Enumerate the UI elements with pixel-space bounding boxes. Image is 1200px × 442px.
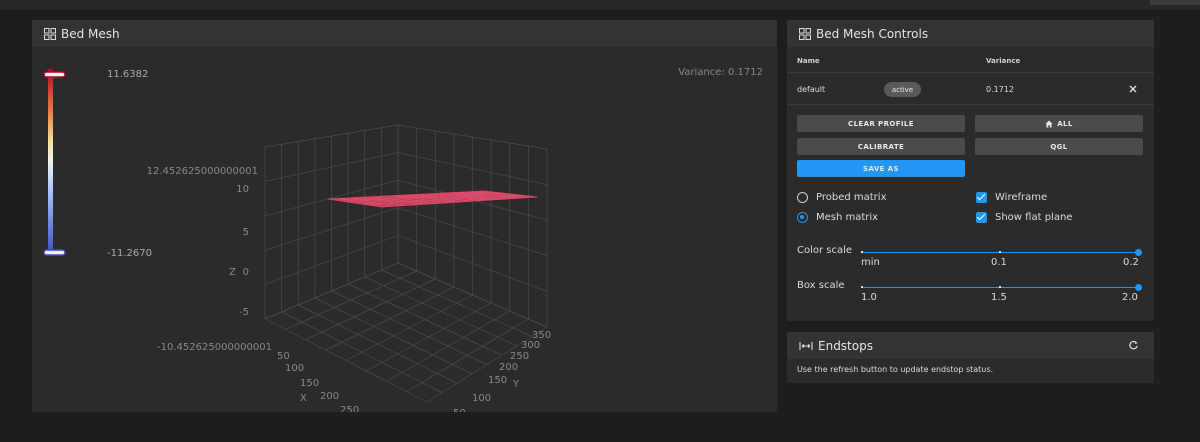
grid-line bbox=[386, 310, 510, 382]
home-icon bbox=[1045, 120, 1053, 127]
scale-max-handle[interactable] bbox=[43, 71, 66, 78]
x-axis-tick: 200 bbox=[320, 391, 339, 402]
box-scale-tick: 1.0 bbox=[861, 292, 877, 303]
grid-line bbox=[345, 294, 473, 361]
save-as-button[interactable]: SAVE AS bbox=[797, 160, 965, 177]
box-scale-tick: 1.5 bbox=[991, 292, 1007, 303]
slider-tick bbox=[999, 286, 1001, 288]
endstops-title: Endstops bbox=[818, 338, 873, 353]
color-scale-slider[interactable] bbox=[861, 249, 1142, 256]
mesh-matrix-label: Mesh matrix bbox=[816, 212, 879, 223]
bed-mesh-title: Bed Mesh bbox=[61, 26, 120, 41]
y-axis-tick: 250 bbox=[510, 351, 529, 362]
color-scale-tick: 0.2 bbox=[1123, 257, 1139, 268]
x-axis-tick: 100 bbox=[285, 363, 304, 374]
box-scale-label: Box scale bbox=[797, 280, 845, 291]
color-scale-bar bbox=[48, 69, 53, 255]
home-all-button[interactable]: ALL bbox=[975, 115, 1143, 132]
top-app-bar bbox=[0, 0, 1200, 10]
box-scale-slider[interactable] bbox=[861, 284, 1142, 291]
y-axis-tick: 150 bbox=[488, 375, 507, 386]
endstops-card: Endstops Use the refresh button to updat… bbox=[787, 332, 1154, 383]
probed-matrix-label: Probed matrix bbox=[816, 192, 887, 203]
col-header-variance: Variance bbox=[986, 57, 1021, 65]
clear-profile-button[interactable]: CLEAR PROFILE bbox=[797, 115, 965, 132]
slider-tick bbox=[861, 251, 863, 253]
scale-max-label: 11.6382 bbox=[107, 69, 149, 80]
z-axis-bottom-label: -10.452625000000001 bbox=[157, 342, 272, 353]
probed-matrix-radio[interactable] bbox=[797, 192, 808, 203]
wireframe-option[interactable]: Wireframe bbox=[976, 192, 1047, 203]
scale-min-handle[interactable] bbox=[43, 249, 66, 256]
grid-icon bbox=[44, 27, 56, 40]
z-axis-tick: -5 bbox=[239, 307, 249, 318]
mesh-matrix-radio[interactable] bbox=[797, 212, 808, 223]
controls-title: Bed Mesh Controls bbox=[816, 26, 929, 41]
endstops-message: Use the refresh button to update endstop… bbox=[797, 365, 994, 374]
table-divider bbox=[787, 72, 1154, 73]
status-badge: active bbox=[884, 82, 921, 97]
top-bar-corner bbox=[1150, 0, 1200, 5]
col-header-name: Name bbox=[797, 57, 820, 65]
axis-labels: 12.4526250000000011050-5Z-10.45262500000… bbox=[147, 166, 551, 412]
refresh-icon[interactable] bbox=[1128, 340, 1139, 351]
x-axis-label: X bbox=[300, 393, 307, 404]
color-scale-label: Color scale bbox=[797, 245, 853, 256]
mesh-matrix-option[interactable]: Mesh matrix bbox=[797, 212, 878, 223]
y-axis-label: Y bbox=[512, 379, 520, 390]
grid-line bbox=[426, 326, 548, 403]
x-axis-tick: 50 bbox=[277, 351, 290, 362]
z-axis-tick: 5 bbox=[243, 227, 249, 238]
table-divider bbox=[787, 104, 1154, 105]
endstops-header: Endstops bbox=[787, 332, 1154, 359]
y-axis-tick: 200 bbox=[499, 362, 518, 373]
z-axis-tick: 10 bbox=[236, 184, 249, 195]
y-axis-tick: 300 bbox=[521, 340, 540, 351]
x-axis-tick: 250 bbox=[340, 405, 359, 412]
bed-mesh-header: Bed Mesh bbox=[32, 20, 777, 47]
z-axis-label: Z bbox=[229, 267, 236, 278]
z-axis-top-label: 12.452625000000001 bbox=[147, 166, 258, 177]
bed-mesh-card: Bed Mesh Variance: 0.1712 12.45262500000… bbox=[32, 20, 777, 412]
qgl-button[interactable]: QGL bbox=[975, 138, 1143, 155]
box-scale-thumb[interactable] bbox=[1135, 284, 1142, 291]
show-flat-plane-label: Show flat plane bbox=[995, 212, 1073, 223]
show-flat-plane-option[interactable]: Show flat plane bbox=[976, 212, 1072, 223]
wireframe-label: Wireframe bbox=[995, 192, 1048, 203]
slider-tick bbox=[861, 286, 863, 288]
grid-line bbox=[366, 302, 492, 372]
remove-profile-close-icon[interactable] bbox=[1127, 83, 1139, 95]
arrows-horizontal-icon bbox=[799, 341, 813, 350]
wireframe-checkbox[interactable] bbox=[976, 192, 987, 203]
probed-matrix-option[interactable]: Probed matrix bbox=[797, 192, 887, 203]
bed-mesh-controls-card: Bed Mesh Controls Name Variance default … bbox=[787, 20, 1154, 321]
grid-icon bbox=[799, 27, 811, 40]
profile-variance: 0.1712 bbox=[986, 85, 1014, 94]
profile-name[interactable]: default bbox=[797, 85, 825, 94]
color-scale-tick: 0.1 bbox=[991, 257, 1007, 268]
plot-grid bbox=[264, 124, 548, 403]
show-flat-plane-checkbox[interactable] bbox=[976, 212, 987, 223]
controls-header: Bed Mesh Controls bbox=[787, 20, 1154, 47]
color-scale-thumb[interactable] bbox=[1135, 249, 1142, 256]
calibrate-button[interactable]: CALIBRATE bbox=[797, 138, 965, 155]
home-all-label: ALL bbox=[1057, 119, 1073, 128]
box-scale-tick: 2.0 bbox=[1122, 292, 1138, 303]
y-axis-tick: 100 bbox=[472, 393, 491, 404]
y-axis-tick: 50 bbox=[453, 408, 466, 412]
color-scale-tick: min bbox=[861, 257, 880, 268]
mesh-3d-plot[interactable]: 12.4526250000000011050-5Z-10.45262500000… bbox=[32, 47, 777, 412]
mesh-surface bbox=[327, 190, 538, 208]
slider-tick bbox=[999, 251, 1001, 253]
grid-line bbox=[364, 276, 518, 347]
z-axis-tick: 0 bbox=[243, 267, 249, 278]
scale-min-label: -11.2670 bbox=[107, 248, 152, 259]
grid-line bbox=[347, 283, 503, 356]
x-axis-tick: 150 bbox=[300, 378, 319, 389]
